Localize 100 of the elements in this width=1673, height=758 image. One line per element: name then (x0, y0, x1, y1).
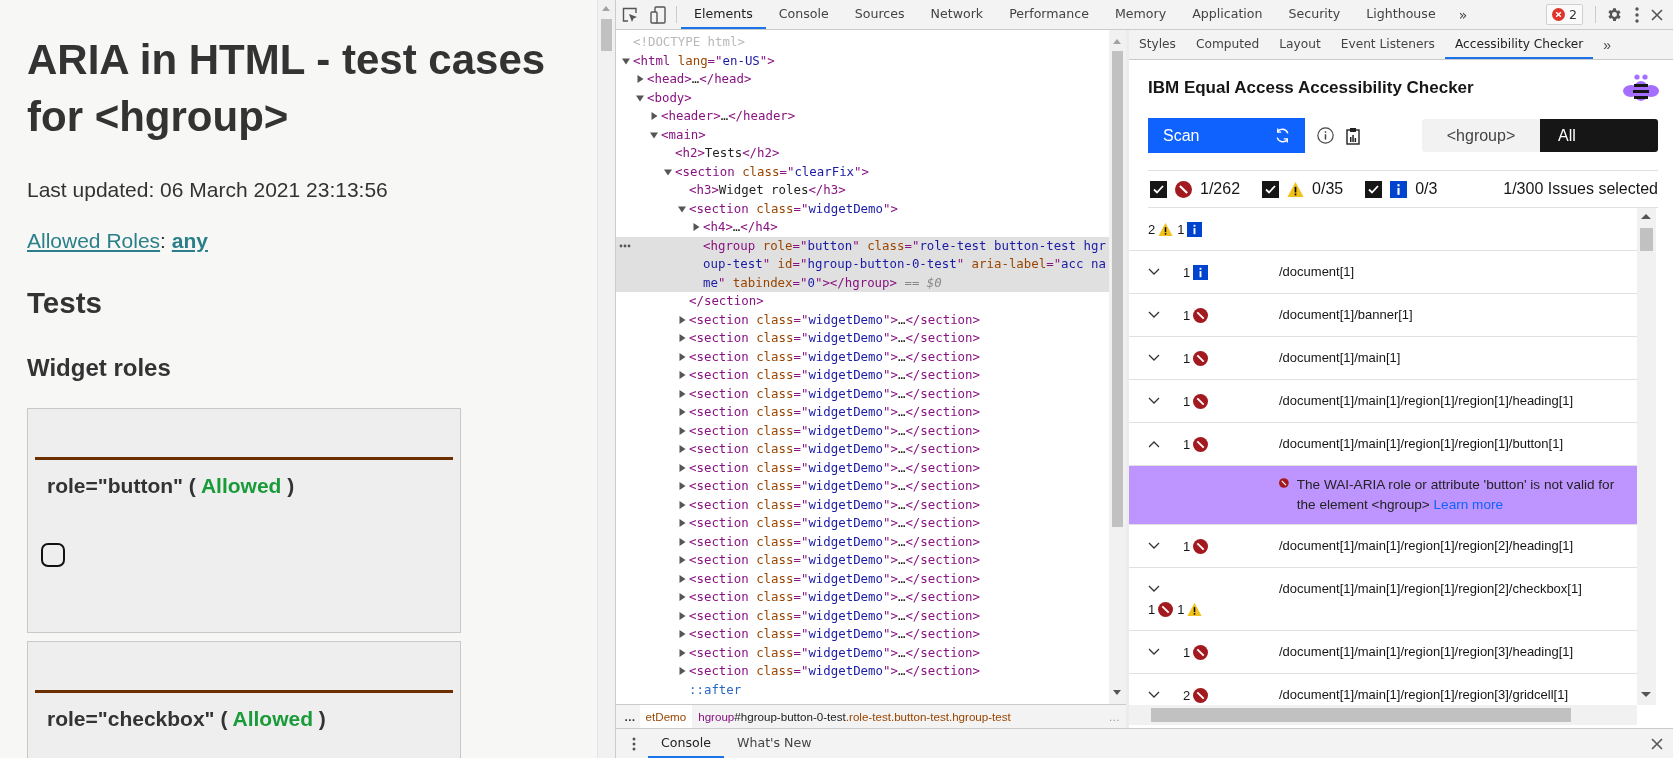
scrollbar[interactable] (1109, 30, 1126, 704)
chevron-icon[interactable] (1148, 440, 1160, 448)
more-icon[interactable] (632, 736, 636, 751)
code-line[interactable]: <header>…</header> (661, 107, 1109, 126)
element-path[interactable]: /document[1]/main[1]/region[1]/region[2]/heading[1] (1279, 536, 1574, 556)
caret-icon[interactable] (678, 408, 686, 416)
more-tabs-button[interactable]: » (1448, 0, 1478, 29)
caret-icon[interactable] (678, 611, 686, 620)
sidebar-tab[interactable]: Event Listeners (1330, 30, 1445, 59)
scrollbar[interactable] (597, 0, 615, 758)
hgroup-widget[interactable] (41, 543, 65, 567)
element-path[interactable]: /document[1]/main[1]/region[1]/region[2]/checkbox[1] (1279, 579, 1582, 619)
code-line[interactable]: <section class="widgetDemo">…</section> (689, 606, 1109, 625)
code-line[interactable]: <section class="widgetDemo">…</section> (689, 643, 1109, 662)
chevron-icon[interactable] (1148, 691, 1160, 699)
element-path[interactable]: /document[1]/main[1] (1279, 348, 1401, 368)
code-line[interactable]: <section class="widgetDemo">…</section> (689, 514, 1109, 533)
sidebar-tab[interactable]: Styles (1129, 30, 1186, 59)
devtools-tab[interactable]: Security (1275, 0, 1354, 29)
code-line[interactable]: <section class="widgetDemo"> (689, 199, 1109, 218)
drawer-tab[interactable]: Console (648, 729, 724, 758)
code-line[interactable]: <head>…</head> (647, 70, 1109, 89)
caret-icon[interactable] (678, 667, 686, 675)
caret-icon[interactable] (678, 204, 686, 213)
clipboard-icon[interactable] (1346, 126, 1360, 145)
code-line[interactable]: <section class="widgetDemo">…</section> (689, 329, 1109, 348)
sidebar-tab[interactable]: Layout (1269, 30, 1331, 59)
caret-icon[interactable] (678, 445, 686, 453)
close-icon[interactable] (1651, 737, 1663, 750)
caret-icon[interactable] (664, 167, 672, 176)
chevron-icon[interactable] (1148, 311, 1160, 319)
filter-checkbox[interactable] (1262, 180, 1280, 198)
code-line[interactable]: <section class="widgetDemo">…</section> (689, 421, 1109, 440)
devtools-tab[interactable]: Lighthouse (1353, 0, 1449, 29)
caret-icon[interactable] (678, 371, 686, 379)
inspect-icon[interactable] (622, 6, 638, 23)
any-link[interactable]: any (171, 229, 208, 252)
chevron-icon[interactable] (1148, 542, 1160, 550)
devtools-tab[interactable]: Sources (841, 0, 918, 29)
caret-icon[interactable] (650, 130, 658, 139)
info-icon[interactable] (1317, 127, 1334, 144)
more-icon[interactable] (619, 243, 631, 248)
chevron-icon[interactable] (1148, 648, 1160, 656)
code-line[interactable]: <h4>…</h4> (703, 218, 1109, 237)
code-line[interactable]: ::after (689, 680, 1109, 699)
element-path[interactable]: /document[1] (1279, 262, 1355, 282)
settings-icon[interactable] (1606, 6, 1623, 23)
caret-icon[interactable] (678, 482, 686, 490)
code-line[interactable]: <section class="widgetDemo">…</section> (689, 569, 1109, 588)
caret-icon[interactable] (650, 112, 658, 120)
devtools-tab[interactable]: Network (917, 0, 997, 29)
code-line[interactable]: <section class="widgetDemo">…</section> (689, 495, 1109, 514)
scope-toggle[interactable]: <hgroup> (1422, 119, 1540, 152)
scan-button[interactable]: Scan (1148, 118, 1305, 153)
filter-checkbox[interactable] (1150, 180, 1167, 198)
caret-icon[interactable] (678, 352, 686, 361)
drawer-tab[interactable]: What's New (724, 729, 825, 758)
sidebar-tab[interactable]: Accessibility Checker (1444, 30, 1594, 59)
element-path[interactable]: /document[1]/main[1]/region[1]/region[3]/heading[1] (1279, 642, 1574, 662)
code-line[interactable]: <section class="widgetDemo">…</section> (689, 551, 1109, 570)
code-line[interactable]: <section class="widgetDemo">…</section> (689, 588, 1109, 607)
code-line[interactable]: <section class="widgetDemo">…</section> (689, 532, 1109, 551)
element-path[interactable]: /document[1]/main[1]/region[1]/region[3]/gridcell[1] (1279, 685, 1569, 705)
chevron-icon[interactable] (1148, 268, 1160, 276)
breadcrumb-item[interactable]: hgroup#hgroup-button-0-test.role-test.button-test.hgroup-test (692, 705, 1017, 728)
caret-icon[interactable] (636, 93, 644, 102)
caret-icon[interactable] (678, 648, 686, 657)
chevron-icon[interactable] (1148, 354, 1160, 362)
caret-icon[interactable] (678, 593, 686, 601)
scope-toggle[interactable]: All (1540, 119, 1658, 152)
code-line[interactable]: </section> (689, 292, 1109, 311)
code-line[interactable]: <h2>Tests</h2> (675, 144, 1109, 163)
filter-checkbox[interactable] (1365, 180, 1383, 198)
code-line[interactable]: <body> (647, 88, 1109, 107)
caret-icon[interactable] (622, 56, 630, 65)
caret-icon[interactable] (678, 463, 686, 472)
code-line[interactable]: <section class="widgetDemo">…</section> (689, 440, 1109, 459)
close-icon[interactable] (1651, 8, 1663, 21)
devtools-tab[interactable]: Application (1179, 0, 1276, 29)
more-icon[interactable] (1635, 6, 1639, 23)
devtools-tab[interactable]: Performance (996, 0, 1102, 29)
chevron-icon[interactable] (1148, 585, 1160, 593)
code-line[interactable]: <section class="widgetDemo">…</section> (689, 366, 1109, 385)
code-line[interactable]: <section class="widgetDemo">…</section> (689, 310, 1109, 329)
devtools-tab[interactable]: Elements (681, 0, 766, 29)
caret-icon[interactable] (678, 519, 686, 527)
caret-icon[interactable] (678, 630, 686, 638)
code-line[interactable]: <html lang="en-US"> (633, 51, 1109, 70)
code-line[interactable]: <section class="widgetDemo">…</section> (689, 384, 1109, 403)
scrollbar[interactable] (1129, 705, 1637, 725)
caret-icon[interactable] (678, 500, 686, 509)
caret-icon[interactable] (678, 426, 686, 435)
code-line[interactable]: <section class="widgetDemo">…</section> (689, 477, 1109, 496)
caret-icon[interactable] (678, 315, 686, 324)
code-line[interactable]: <section class="clearFix"> (675, 162, 1109, 181)
code-line[interactable]: <section class="widgetDemo">…</section> (689, 403, 1109, 422)
code-line[interactable]: <section class="widgetDemo">…</section> (689, 347, 1109, 366)
breadcrumb-overflow[interactable]: … (616, 710, 640, 723)
devtools-tab[interactable]: Memory (1101, 0, 1180, 29)
code-line[interactable]: <section class="widgetDemo">…</section> (689, 662, 1109, 681)
